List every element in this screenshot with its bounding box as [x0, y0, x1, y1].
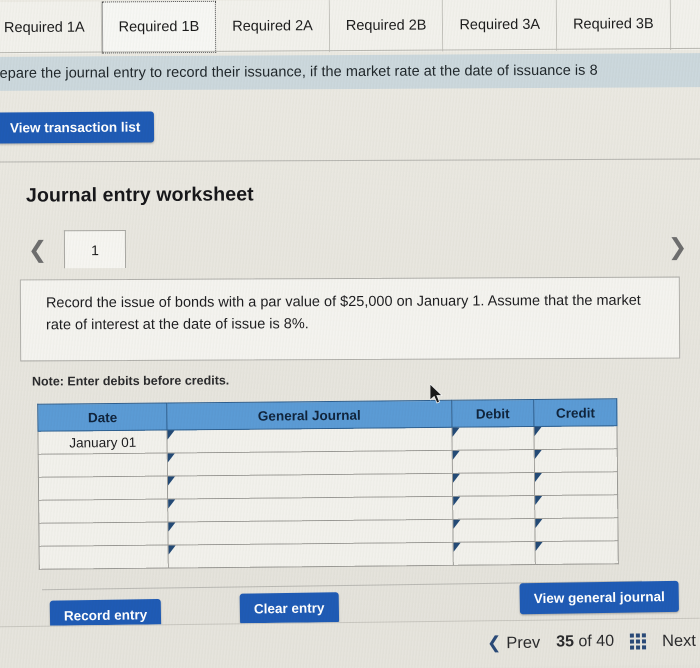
dropdown-arrow-icon [535, 518, 543, 529]
cell-general-journal[interactable] [167, 473, 453, 500]
dropdown-arrow-icon [452, 450, 460, 460]
footer-navigation: ❮ Prev 35 of 40 Next [0, 617, 700, 668]
page-counter-of: of [578, 633, 592, 651]
journal-entry-table-wrapper: Date General Journal Debit Credit Januar… [37, 398, 619, 570]
tab-label: Required 1B [118, 18, 200, 36]
chevron-right-icon[interactable]: ❯ [668, 235, 687, 261]
next-button-label: Next [661, 631, 697, 650]
dropdown-arrow-icon [534, 449, 543, 460]
dropdown-arrow-icon [453, 542, 461, 552]
journal-entry-table: Date General Journal Debit Credit Januar… [37, 398, 619, 570]
worksheet-description-panel: Record the issue of bonds with a par val… [19, 276, 681, 362]
cell-debit[interactable] [452, 495, 536, 520]
dropdown-arrow-icon [167, 430, 175, 440]
dropdown-arrow-icon [452, 496, 460, 506]
dropdown-arrow-icon [535, 495, 543, 506]
cell-date[interactable]: January 01 [37, 430, 168, 455]
tab-label: Required 3A [459, 16, 541, 34]
dropdown-arrow-icon [168, 499, 176, 509]
prev-button[interactable]: ❮ Prev [486, 633, 541, 654]
column-header-credit: Credit [533, 398, 617, 427]
tab-label: Required 1A [3, 19, 85, 37]
cell-general-journal[interactable] [167, 450, 452, 477]
cell-date[interactable] [39, 545, 169, 570]
column-header-date: Date [37, 403, 168, 432]
prev-button-label: Prev [506, 633, 541, 652]
tab-required-3a[interactable]: Required 3A [443, 0, 558, 52]
cell-credit[interactable] [534, 494, 618, 519]
cell-general-journal[interactable] [167, 427, 452, 454]
page-counter: 35 of 40 [556, 633, 614, 652]
dropdown-arrow-icon [452, 427, 460, 437]
cell-credit[interactable] [535, 517, 619, 542]
page-title: Journal entry worksheet [25, 183, 254, 207]
dropdown-arrow-icon [535, 541, 543, 552]
cell-debit[interactable] [451, 449, 535, 474]
requirement-tab-bar: Required 1A Required 1B Required 2A Require… [0, 0, 700, 55]
tab-required-2a[interactable]: Required 2A [216, 0, 330, 53]
dropdown-arrow-icon [168, 522, 176, 532]
tab-label: Required 2A [232, 18, 313, 35]
clear-entry-button[interactable]: Clear entry [239, 592, 339, 625]
cell-date[interactable] [38, 453, 168, 478]
tab-required-2b[interactable]: Required 2B [329, 0, 444, 53]
cell-date[interactable] [38, 476, 168, 501]
cell-credit[interactable] [534, 448, 618, 473]
column-header-debit: Debit [451, 399, 535, 428]
grid-menu-icon[interactable] [629, 633, 647, 650]
worksheet-page-tab-1[interactable]: 1 [63, 229, 127, 269]
instruction-banner: Prepare the journal entry to record thei… [0, 53, 700, 91]
worksheet-description-text: Record the issue of bonds with a par val… [45, 292, 641, 334]
cell-general-journal[interactable] [168, 542, 453, 569]
chevron-left-icon: ❮ [486, 633, 502, 654]
tab-required-1b[interactable]: Required 1B [101, 0, 217, 54]
dropdown-arrow-icon [168, 545, 177, 555]
cell-credit[interactable] [535, 540, 619, 565]
application-screen: Required 1A Required 1B Required 2A Require… [0, 0, 700, 668]
tab-label: Required 3B [572, 16, 654, 33]
transaction-list-area: View transaction list [0, 92, 700, 162]
tab-required-3b[interactable]: Required 3B [556, 0, 671, 51]
dropdown-arrow-icon [168, 453, 176, 463]
tab-label: Required 2B [345, 17, 427, 34]
next-button[interactable]: Next [662, 631, 696, 650]
cell-debit[interactable] [452, 518, 536, 543]
worksheet-page-tab-label: 1 [91, 241, 99, 258]
dropdown-arrow-icon [534, 426, 542, 437]
table-row [39, 540, 619, 570]
cell-debit[interactable] [452, 541, 536, 566]
view-general-journal-button[interactable]: View general journal [519, 580, 680, 615]
cell-credit[interactable] [534, 471, 618, 496]
cell-general-journal[interactable] [168, 519, 453, 546]
instruction-text: Prepare the journal entry to record thei… [0, 62, 598, 82]
dropdown-arrow-icon [168, 476, 176, 486]
chevron-left-icon[interactable]: ❮ [28, 237, 47, 263]
dropdown-arrow-icon [535, 472, 543, 483]
tab-bar-spacer [670, 0, 700, 51]
dropdown-arrow-icon [452, 473, 460, 483]
cell-debit[interactable] [451, 472, 535, 497]
cell-general-journal[interactable] [167, 496, 453, 523]
cell-debit[interactable] [451, 426, 535, 451]
cell-credit[interactable] [534, 425, 618, 450]
cell-date[interactable] [38, 522, 169, 547]
tab-required-1a[interactable]: Required 1A [0, 1, 102, 55]
column-header-general-journal: General Journal [167, 400, 452, 431]
page-counter-total: 40 [596, 632, 615, 650]
view-transaction-list-button[interactable]: View transaction list [0, 111, 155, 144]
dropdown-arrow-icon [452, 519, 460, 529]
cell-date[interactable] [38, 499, 169, 524]
page-counter-current: 35 [556, 633, 575, 651]
debits-before-credits-note: Note: Enter debits before credits. [31, 373, 230, 389]
